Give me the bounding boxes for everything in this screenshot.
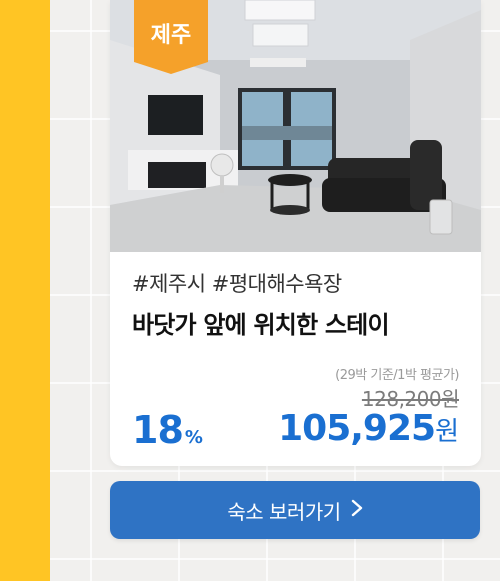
view-stay-label: 숙소 보러가기 [227, 499, 341, 524]
sale-price-unit: 원 [435, 417, 459, 447]
accent-stripe [0, 0, 50, 581]
chevron-right-icon [351, 498, 363, 522]
discount-rate: 18% [132, 408, 203, 452]
sale-price: 105,925원 [278, 408, 459, 449]
sale-price-value: 105,925 [278, 408, 436, 449]
listing-card[interactable]: 제주 #제주시 #평대해수욕장 바닷가 앞에 위치한 스테이 (29박 기준/1… [110, 0, 481, 466]
discount-unit: % [184, 427, 203, 448]
listing-title[interactable]: 바닷가 앞에 위치한 스테이 [132, 305, 390, 340]
price-note: (29박 기준/1박 평균가) [335, 368, 459, 383]
hashtags: #제주시 #평대해수욕장 [132, 272, 342, 296]
discount-value: 18 [132, 408, 184, 452]
view-stay-button[interactable]: 숙소 보러가기 [110, 481, 480, 539]
region-label: 제주 [150, 23, 192, 48]
region-badge: 제주 [134, 0, 208, 74]
